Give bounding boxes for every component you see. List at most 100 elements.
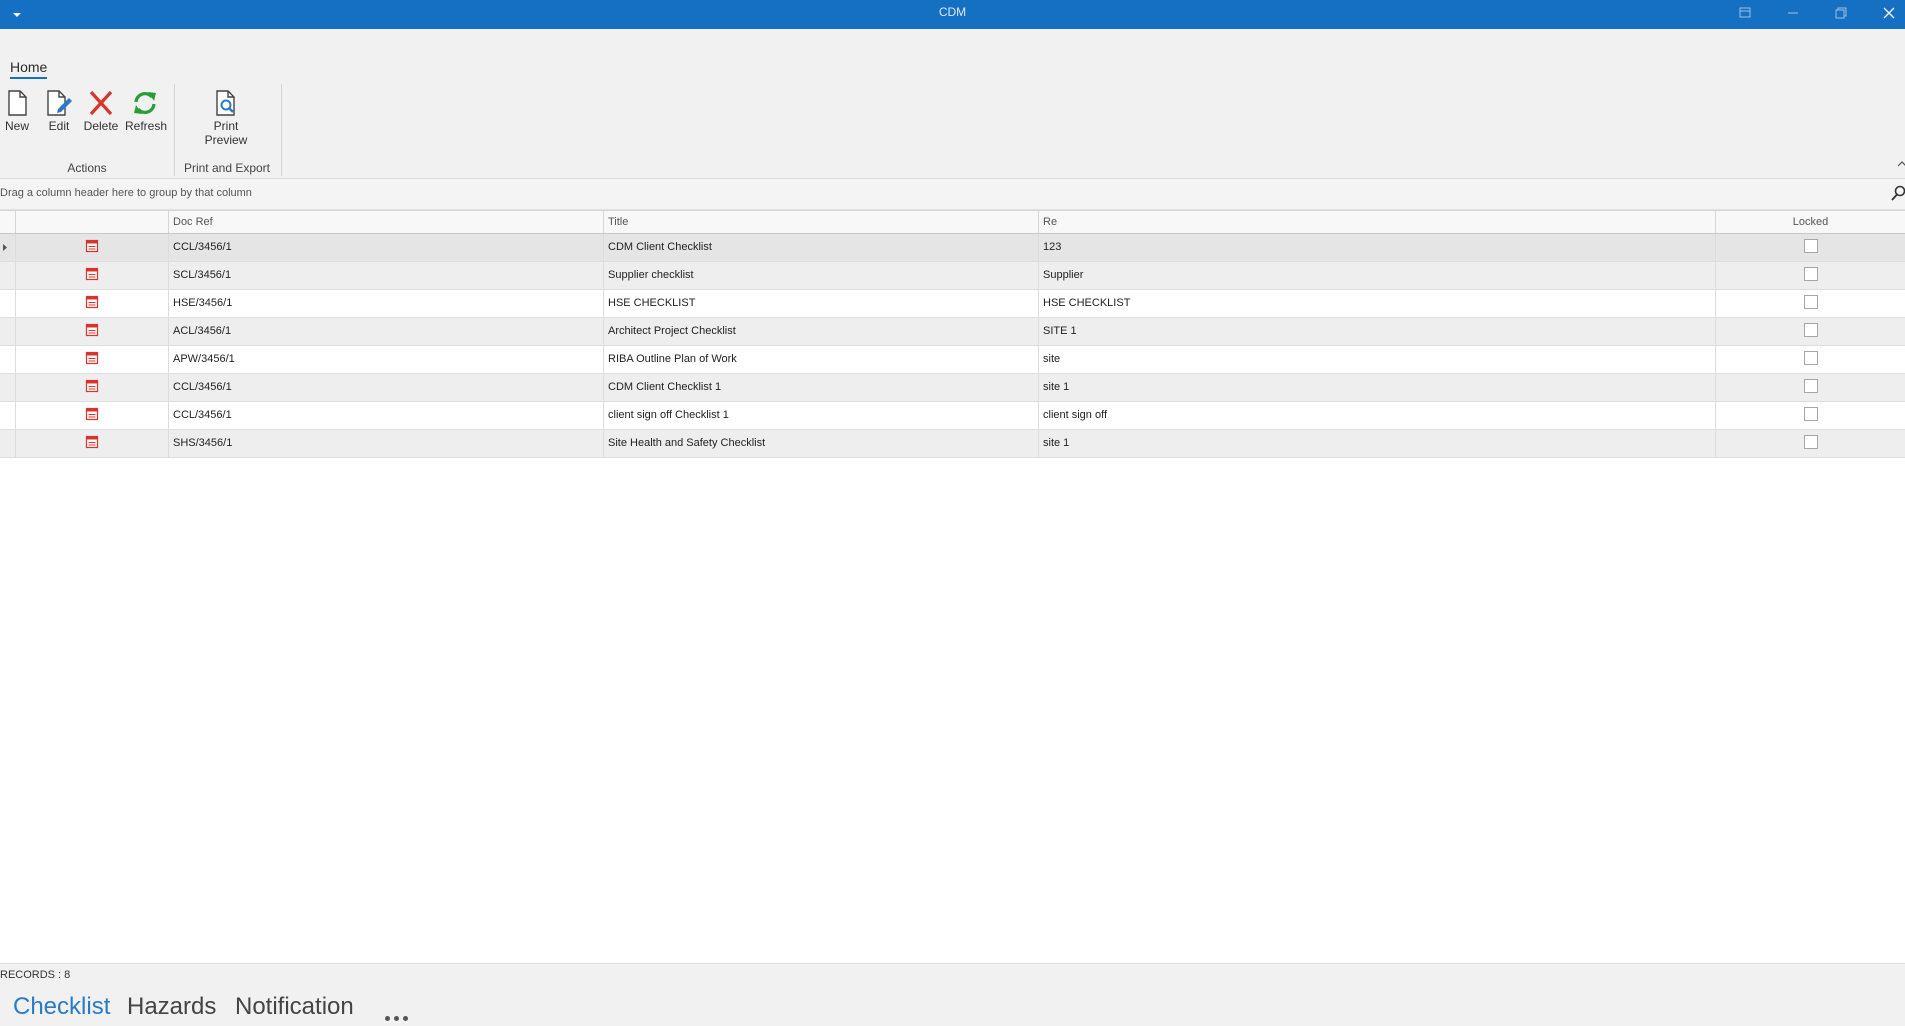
checklist-grid: Doc Ref Title Re Locked CCL/3456/1 CDM Cl… <box>0 210 1905 458</box>
print-preview-label-line2: Preview <box>204 133 248 147</box>
cell-doc-ref[interactable]: HSE/3456/1 <box>168 290 603 317</box>
locked-checkbox[interactable] <box>1803 295 1818 310</box>
edit-button[interactable]: Edit <box>43 88 75 133</box>
cell-re[interactable]: site <box>1038 346 1715 373</box>
cell-title[interactable]: CDM Client Checklist <box>603 234 1038 261</box>
cell-doc-ref[interactable]: APW/3456/1 <box>168 346 603 373</box>
row-document-icon-cell[interactable] <box>15 374 168 401</box>
locked-checkbox[interactable] <box>1803 323 1818 338</box>
table-row[interactable]: CCL/3456/1 client sign off Checklist 1 cli… <box>0 402 1905 430</box>
cell-re[interactable]: client sign off <box>1038 402 1715 429</box>
row-indicator[interactable] <box>0 290 15 317</box>
column-header-re[interactable]: Re <box>1038 211 1715 233</box>
cell-doc-ref[interactable]: CCL/3456/1 <box>168 402 603 429</box>
cell-title[interactable]: CDM Client Checklist 1 <box>603 374 1038 401</box>
row-indicator[interactable] <box>0 430 15 457</box>
row-indicator[interactable] <box>0 402 15 429</box>
nav-item-notification[interactable]: Notification <box>235 993 354 1021</box>
locked-checkbox[interactable] <box>1803 407 1818 422</box>
delete-x-icon <box>89 90 113 116</box>
row-document-icon-cell[interactable] <box>15 430 168 457</box>
cell-doc-ref[interactable]: CCL/3456/1 <box>168 374 603 401</box>
row-indicator[interactable] <box>0 234 15 261</box>
locked-checkbox[interactable] <box>1803 351 1818 366</box>
new-button[interactable]: New <box>2 88 32 133</box>
row-indicator[interactable] <box>0 346 15 373</box>
locked-checkbox[interactable] <box>1803 379 1818 394</box>
row-document-icon-cell[interactable] <box>15 290 168 317</box>
nav-item-checklist[interactable]: Checklist <box>13 993 110 1021</box>
column-header-locked[interactable]: Locked <box>1715 211 1905 233</box>
cell-title[interactable]: Site Health and Safety Checklist <box>603 430 1038 457</box>
row-document-icon-cell[interactable] <box>15 346 168 373</box>
table-row[interactable]: ACL/3456/1 Architect Project Checklist SIT… <box>0 318 1905 346</box>
tab-home[interactable]: Home <box>10 59 48 79</box>
delete-button[interactable]: Delete <box>83 88 119 133</box>
cell-re[interactable]: HSE CHECKLIST <box>1038 290 1715 317</box>
row-document-icon-cell[interactable] <box>15 402 168 429</box>
cell-re[interactable]: 123 <box>1038 234 1715 261</box>
refresh-button[interactable]: Refresh <box>125 88 167 133</box>
new-document-icon <box>8 90 27 116</box>
table-row[interactable]: CCL/3456/1 CDM Client Checklist 1 site 1 <box>0 374 1905 402</box>
row-indicator[interactable] <box>0 318 15 345</box>
table-row[interactable]: CCL/3456/1 CDM Client Checklist 123 <box>0 234 1905 262</box>
cell-title[interactable]: client sign off Checklist 1 <box>603 402 1038 429</box>
edit-document-icon <box>47 90 72 116</box>
print-preview-button[interactable]: Print Preview <box>200 88 252 147</box>
row-document-icon-cell[interactable] <box>15 234 168 261</box>
grid-body: CCL/3456/1 CDM Client Checklist 123 SCL/345… <box>0 234 1905 458</box>
document-icon <box>85 295 99 309</box>
nav-item-hazards[interactable]: Hazards <box>127 993 216 1021</box>
status-bar: RECORDS : 8 <box>0 963 1905 986</box>
cell-re[interactable]: site 1 <box>1038 430 1715 457</box>
more-dots-icon[interactable] <box>385 1008 412 1026</box>
table-row[interactable]: APW/3456/1 RIBA Outline Plan of Work site <box>0 346 1905 374</box>
refresh-icon <box>134 92 156 114</box>
document-icon <box>85 435 99 449</box>
cell-title[interactable]: Supplier checklist <box>603 262 1038 289</box>
cell-title[interactable]: HSE CHECKLIST <box>603 290 1038 317</box>
row-document-icon-cell[interactable] <box>15 318 168 345</box>
table-row[interactable]: HSE/3456/1 HSE CHECKLIST HSE CHECKLIST <box>0 290 1905 318</box>
document-icon <box>85 351 99 365</box>
collapse-ribbon-icon[interactable] <box>1893 159 1905 169</box>
cell-re[interactable]: Supplier <box>1038 262 1715 289</box>
cell-title[interactable]: RIBA Outline Plan of Work <box>603 346 1038 373</box>
cell-doc-ref[interactable]: SHS/3456/1 <box>168 430 603 457</box>
table-row[interactable]: SCL/3456/1 Supplier checklist Supplier <box>0 262 1905 290</box>
close-icon[interactable] <box>1878 4 1900 22</box>
column-header-doc-ref[interactable]: Doc Ref <box>168 211 603 233</box>
locked-checkbox[interactable] <box>1803 239 1818 254</box>
maximize-icon[interactable] <box>1830 4 1852 22</box>
print-preview-icon <box>216 90 235 116</box>
row-indicator[interactable] <box>0 374 15 401</box>
row-document-icon-cell[interactable] <box>15 262 168 289</box>
row-focus-arrow-icon <box>3 244 7 251</box>
cell-locked <box>1715 374 1905 401</box>
cell-locked <box>1715 262 1905 289</box>
cell-title[interactable]: Architect Project Checklist <box>603 318 1038 345</box>
column-header-icon[interactable] <box>15 211 168 233</box>
locked-checkbox[interactable] <box>1803 435 1818 450</box>
cell-doc-ref[interactable]: SCL/3456/1 <box>168 262 603 289</box>
cell-doc-ref[interactable]: ACL/3456/1 <box>168 318 603 345</box>
restore-mini-icon[interactable] <box>1734 4 1756 22</box>
group-label-actions: Actions <box>67 161 107 175</box>
group-separator <box>281 84 282 176</box>
locked-checkbox[interactable] <box>1803 267 1818 282</box>
column-header-title[interactable]: Title <box>603 211 1038 233</box>
cell-doc-ref[interactable]: CCL/3456/1 <box>168 234 603 261</box>
minimize-icon[interactable] <box>1782 4 1804 22</box>
delete-button-label: Delete <box>83 119 119 133</box>
table-row[interactable]: SHS/3456/1 Site Health and Safety Checkli… <box>0 430 1905 458</box>
cell-locked <box>1715 318 1905 345</box>
cell-re[interactable]: site 1 <box>1038 374 1715 401</box>
row-indicator[interactable] <box>0 262 15 289</box>
document-icon <box>85 267 99 281</box>
group-by-panel[interactable]: Drag a column header here to group by th… <box>0 179 1905 210</box>
search-icon[interactable] <box>1891 185 1905 201</box>
edit-button-label: Edit <box>48 119 70 133</box>
document-icon <box>85 239 99 253</box>
cell-re[interactable]: SITE 1 <box>1038 318 1715 345</box>
